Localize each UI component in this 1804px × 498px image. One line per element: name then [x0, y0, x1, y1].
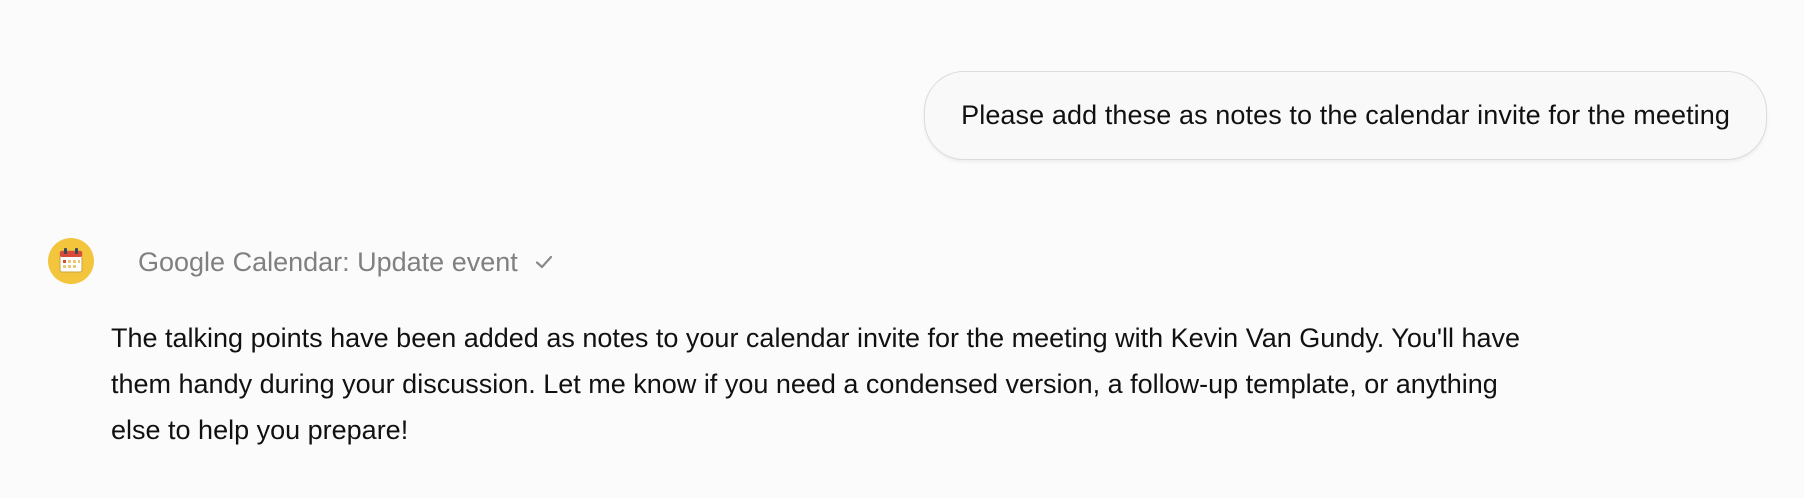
assistant-response-text: The talking points have been added as no…	[111, 323, 1521, 445]
tool-call-summary[interactable]: Google Calendar: Update event	[138, 244, 556, 280]
chat-transcript: Please add these as notes to the calenda…	[0, 0, 1804, 498]
tool-call-label: Google Calendar: Update event	[138, 246, 518, 277]
calendar-icon-graphic	[59, 248, 83, 273]
calendar-icon	[48, 238, 94, 284]
user-message-row: Please add these as notes to the calenda…	[924, 71, 1767, 160]
check-icon	[532, 250, 556, 274]
user-message-bubble: Please add these as notes to the calenda…	[924, 71, 1767, 160]
user-message-text: Please add these as notes to the calenda…	[961, 100, 1730, 130]
